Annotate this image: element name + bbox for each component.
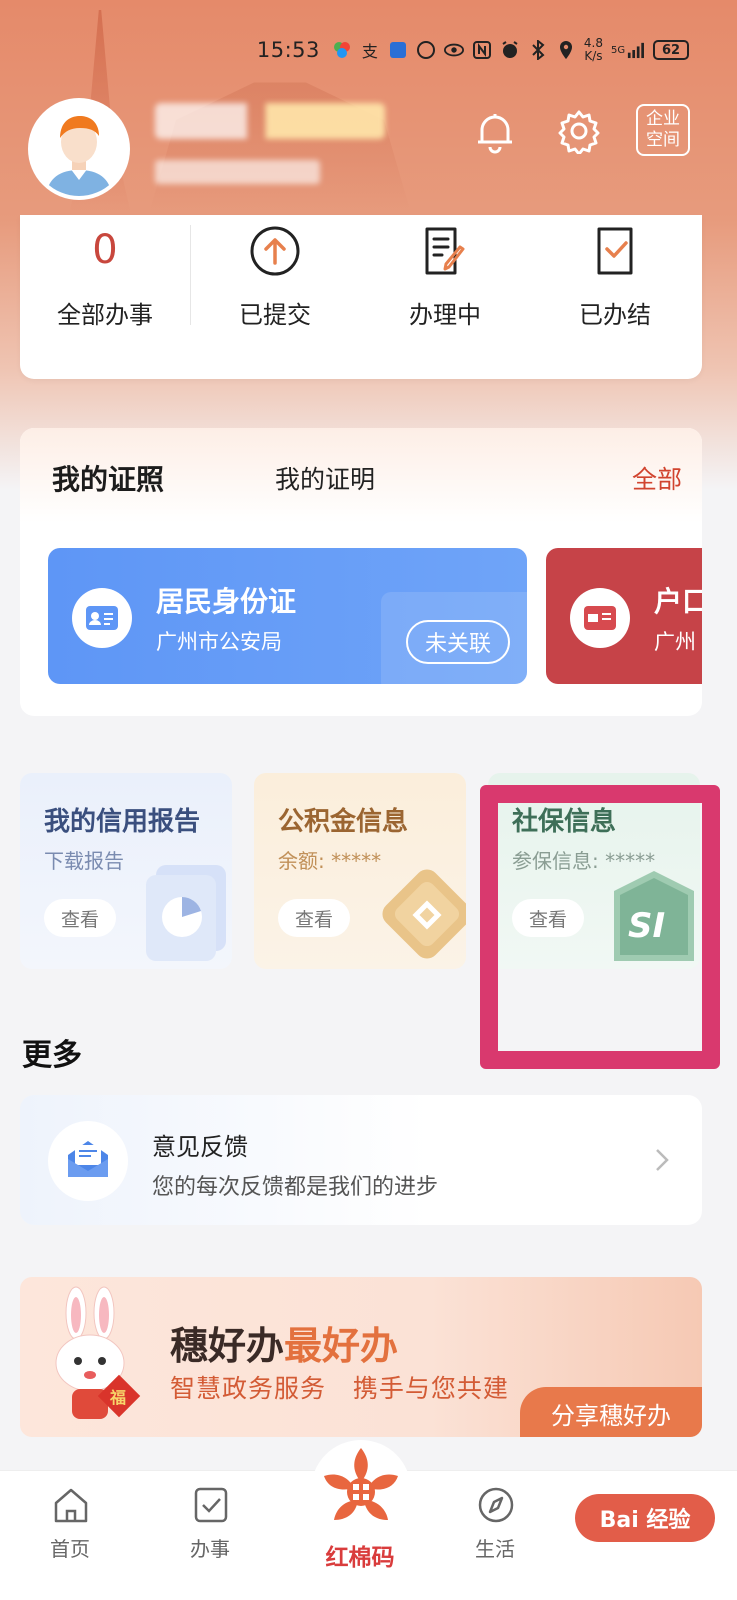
banner-title-part2: 最好办 xyxy=(284,1324,399,1368)
credit-report-subtitle: 下载报告 xyxy=(44,849,124,873)
app-color-icon xyxy=(332,40,352,60)
household-card-title: 户口 xyxy=(654,585,702,618)
task-processing-label: 办理中 xyxy=(409,301,481,329)
enterprise-label-line2: 空间 xyxy=(646,130,680,150)
tab-home-label: 首页 xyxy=(50,1537,90,1561)
household-card[interactable]: 户口 广州 xyxy=(546,548,702,684)
tab-life[interactable]: 生活 xyxy=(445,1471,545,1600)
document-edit-icon xyxy=(417,223,473,279)
feedback-mail-icon xyxy=(48,1121,128,1201)
task-submitted[interactable]: 已提交 xyxy=(190,215,360,335)
task-all-count: 0 xyxy=(92,227,118,273)
enterprise-label-line1: 企业 xyxy=(646,109,680,129)
gear-icon[interactable] xyxy=(556,108,602,156)
enterprise-space-button[interactable]: 企业 空间 xyxy=(636,104,690,156)
task-processing[interactable]: 办理中 xyxy=(360,215,530,335)
rabbit-mascot-icon: 福 xyxy=(42,1285,152,1425)
net-speed-unit: K/s xyxy=(584,49,603,63)
net-speed-value: 4.8 xyxy=(583,36,603,50)
household-card-issuer: 广州 xyxy=(654,630,696,654)
nfc-lock-icon xyxy=(416,40,436,60)
pie-chart-icon xyxy=(130,861,232,969)
avatar[interactable] xyxy=(28,98,130,200)
banner-title-part1: 穗好办 xyxy=(170,1324,285,1368)
home-icon xyxy=(52,1485,90,1525)
checkbox-icon xyxy=(192,1485,230,1525)
unlinked-badge-button[interactable]: 未关联 xyxy=(406,620,510,664)
app-blue-icon xyxy=(388,40,408,60)
credit-report-view-button[interactable]: 查看 xyxy=(44,899,116,937)
status-time: 15:53 xyxy=(256,38,320,62)
task-completed-label: 已办结 xyxy=(579,301,651,329)
username-blurred xyxy=(155,103,385,139)
housing-fund-card[interactable]: 公积金信息 余额: ***** 查看 xyxy=(254,773,466,969)
id-card-title: 居民身份证 xyxy=(156,585,297,618)
id-card-icon xyxy=(72,588,132,648)
tab-affairs[interactable]: 办事 xyxy=(160,1471,260,1600)
kapok-flower-icon xyxy=(306,1440,416,1540)
location-icon xyxy=(556,40,576,60)
feedback-subtitle: 您的每次反馈都是我们的进步 xyxy=(152,1175,439,1200)
task-all[interactable]: 0 全部办事 xyxy=(20,215,190,335)
certificates-all-link[interactable]: 全部 xyxy=(632,460,682,496)
id-card[interactable]: 居民身份证 广州市公安局 未关联 xyxy=(48,548,527,684)
tab-my-proofs[interactable]: 我的证明 xyxy=(275,460,375,496)
certificates-card: 我的证照 我的证明 全部 居民身份证 广州市公安局 未关联 户口 广州 xyxy=(20,428,702,716)
eye-icon xyxy=(443,40,464,60)
tab-my-certificates[interactable]: 我的证照 xyxy=(52,458,164,498)
nfc-icon xyxy=(472,40,492,60)
housing-fund-title: 公积金信息 xyxy=(278,807,409,837)
user-subtitle-blurred xyxy=(155,160,320,184)
tab-home[interactable]: 首页 xyxy=(20,1471,120,1600)
id-card-issuer: 广州市公安局 xyxy=(156,630,282,654)
upload-circle-icon xyxy=(247,223,303,279)
alarm-icon xyxy=(500,40,520,60)
battery-indicator: 62 xyxy=(653,40,689,60)
highlight-annotation-box xyxy=(480,785,720,1069)
tab-life-label: 生活 xyxy=(475,1537,515,1561)
status-bar: 15:53 支 4.8 K/s 5G 62 xyxy=(0,30,737,70)
chevron-right-icon xyxy=(654,1147,670,1173)
more-section-title: 更多 xyxy=(22,1038,82,1073)
bluetooth-icon xyxy=(528,40,548,60)
tab-kapok-code-label: 红棉码 xyxy=(325,1545,395,1571)
bell-icon[interactable] xyxy=(472,108,518,154)
household-card-icon xyxy=(570,588,630,648)
task-completed[interactable]: 已办结 xyxy=(530,215,700,335)
compass-icon xyxy=(477,1485,515,1525)
check-document-icon xyxy=(587,223,643,279)
credit-report-title: 我的信用报告 xyxy=(44,807,201,837)
baidu-watermark: Bai 经验 xyxy=(575,1494,715,1542)
tab-affairs-label: 办事 xyxy=(190,1537,230,1561)
share-button[interactable]: 分享穗好办 xyxy=(520,1387,702,1437)
signal-label: 5G xyxy=(611,44,626,56)
task-submitted-label: 已提交 xyxy=(239,301,311,329)
promo-banner[interactable]: 福 穗好办最好办 智慧政务服务 携手与您共建 分享穗好办 xyxy=(20,1277,702,1437)
housing-fund-logo-icon xyxy=(364,861,466,969)
feedback-item[interactable]: 意见反馈 您的每次反馈都是我们的进步 xyxy=(20,1095,702,1225)
tasks-card: 0 全部办事 已提交 办理中 已办结 xyxy=(20,215,702,379)
housing-fund-view-button[interactable]: 查看 xyxy=(278,899,350,937)
rabbit-fu-label: 福 xyxy=(109,1388,126,1407)
banner-subtitle: 智慧政务服务 携手与您共建 xyxy=(170,1374,509,1403)
feedback-title: 意见反馈 xyxy=(152,1133,248,1161)
banner-title: 穗好办最好办 xyxy=(170,1315,398,1370)
net-speed: 4.8 K/s xyxy=(584,37,603,63)
alipay-icon: 支 xyxy=(361,42,378,61)
signal-icon: 5G xyxy=(611,40,645,60)
credit-report-card[interactable]: 我的信用报告 下载报告 查看 xyxy=(20,773,232,969)
task-all-label: 全部办事 xyxy=(57,301,153,329)
